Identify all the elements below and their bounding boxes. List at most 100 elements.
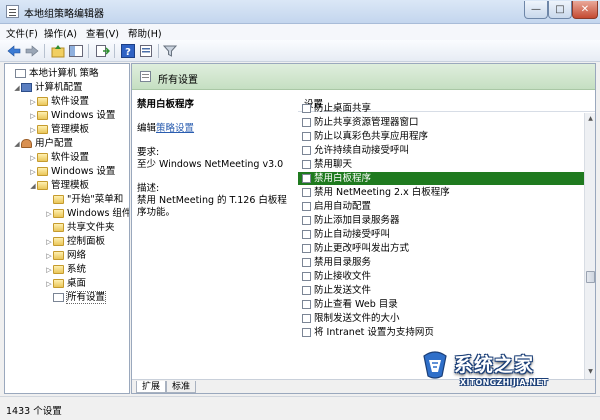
tab-standard[interactable]: 标准 bbox=[166, 381, 197, 393]
tree-pane[interactable]: 本地计算机 策略 ◢ 计算机配置 ▷ 软件设置 ▷ Windows 设置 ▷ 管理模板 … bbox=[4, 63, 130, 394]
menu-file[interactable]: 文件(F) bbox=[6, 26, 38, 40]
show-tree-icon[interactable] bbox=[68, 43, 84, 59]
tree-item-user-windows-settings[interactable]: ▷ Windows 设置 bbox=[29, 165, 115, 179]
window-title: 本地组策略编辑器 bbox=[24, 9, 104, 20]
tree-item-software-settings[interactable]: ▷ 软件设置 bbox=[29, 95, 89, 109]
setting-icon bbox=[302, 286, 311, 295]
tree-item-all-settings[interactable]: 所有设置 bbox=[45, 291, 107, 305]
list-item[interactable]: 禁用聊天 bbox=[298, 158, 584, 171]
folder-icon bbox=[37, 181, 48, 190]
svg-text:?: ? bbox=[125, 47, 131, 58]
filter-icon[interactable] bbox=[162, 43, 178, 59]
settings-list[interactable]: 防止桌面共享 防止共享资源管理器窗口 防止以真彩色共享应用程序 允许持续自动接受… bbox=[298, 103, 584, 379]
setting-icon bbox=[302, 216, 311, 225]
list-item[interactable]: 禁用 NetMeeting 2.x 白板程序 bbox=[298, 186, 584, 199]
up-folder-icon[interactable] bbox=[50, 43, 66, 59]
folder-icon bbox=[53, 195, 64, 204]
list-item[interactable]: 防止发送文件 bbox=[298, 284, 584, 297]
status-text: 1433 个设置 bbox=[6, 406, 62, 417]
folder-icon bbox=[53, 251, 64, 260]
tree-item-windows-components[interactable]: ▷ Windows 组件 bbox=[45, 207, 129, 221]
list-item[interactable]: 防止接收文件 bbox=[298, 270, 584, 283]
section-title: 所有设置 bbox=[158, 75, 198, 86]
tree-item-user-admin-templates[interactable]: ◢ 管理模板 bbox=[29, 179, 89, 193]
computer-icon bbox=[21, 83, 32, 92]
folder-icon bbox=[37, 97, 48, 106]
folder-icon bbox=[37, 167, 48, 176]
tree-item-user-software-settings[interactable]: ▷ 软件设置 bbox=[29, 151, 89, 165]
list-item[interactable]: 防止自动接受呼叫 bbox=[298, 228, 584, 241]
settings-list-icon bbox=[140, 71, 151, 82]
scroll-thumb[interactable] bbox=[586, 271, 595, 283]
folder-icon bbox=[53, 237, 64, 246]
requirements-value: 至少 Windows NetMeeting v3.0 bbox=[137, 159, 284, 170]
list-item[interactable]: 禁用目录服务 bbox=[298, 256, 584, 269]
policy-icon bbox=[15, 69, 26, 78]
vertical-scrollbar[interactable]: ▲ ▼ bbox=[584, 113, 595, 379]
setting-icon bbox=[302, 146, 311, 155]
folder-icon bbox=[53, 223, 64, 232]
setting-icon bbox=[302, 118, 311, 127]
help-icon[interactable]: ? bbox=[120, 43, 136, 59]
description-value: 禁用 NetMeeting 的 T.126 白板程序功能。 bbox=[137, 195, 287, 218]
tree-item-windows-settings[interactable]: ▷ Windows 设置 bbox=[29, 109, 115, 123]
list-item[interactable]: 允许持续自动接受呼叫 bbox=[298, 144, 584, 157]
watermark-logo-icon bbox=[420, 350, 450, 380]
tree-item-local-policy[interactable]: 本地计算机 策略 bbox=[7, 67, 99, 81]
minimize-button[interactable]: — bbox=[524, 1, 548, 19]
tree-item-control-panel[interactable]: ▷ 控制面板 bbox=[45, 235, 105, 249]
maximize-button[interactable]: □ bbox=[548, 1, 572, 19]
setting-icon bbox=[302, 230, 311, 239]
tree-item-shared-folders[interactable]: 共享文件夹 bbox=[45, 221, 115, 235]
setting-icon bbox=[302, 258, 311, 267]
list-item[interactable]: 限制发送文件的大小 bbox=[298, 312, 584, 325]
tree-item-start-menu[interactable]: "开始"菜单和 bbox=[45, 193, 123, 207]
setting-icon bbox=[302, 160, 311, 169]
tab-extended[interactable]: 扩展 bbox=[136, 381, 167, 393]
title-bar[interactable]: 本地组策略编辑器 — □ ✕ bbox=[0, 0, 600, 24]
toolbar: ? bbox=[0, 40, 600, 62]
setting-icon bbox=[302, 244, 311, 253]
edit-policy-link[interactable]: 策略设置 bbox=[156, 123, 194, 134]
list-item[interactable]: 防止共享资源管理器窗口 bbox=[298, 116, 584, 129]
scroll-up-icon[interactable]: ▲ bbox=[586, 114, 595, 124]
list-item[interactable]: 将 Intranet 设置为支持网页 bbox=[298, 326, 584, 339]
close-button[interactable]: ✕ bbox=[572, 1, 598, 19]
setting-icon bbox=[302, 174, 311, 183]
folder-icon bbox=[37, 111, 48, 120]
settings-list-icon bbox=[53, 293, 64, 302]
setting-icon bbox=[302, 132, 311, 141]
tree-item-user-config[interactable]: ◢ 用户配置 bbox=[13, 137, 73, 151]
list-item[interactable]: 防止以真彩色共享应用程序 bbox=[298, 130, 584, 143]
folder-icon bbox=[37, 153, 48, 162]
description-label: 描述: bbox=[137, 183, 160, 194]
menu-view[interactable]: 查看(V) bbox=[86, 26, 119, 40]
menu-help[interactable]: 帮助(H) bbox=[128, 26, 162, 40]
export-icon[interactable] bbox=[94, 43, 111, 59]
menu-action[interactable]: 操作(A) bbox=[44, 26, 77, 40]
folder-icon bbox=[53, 209, 64, 218]
setting-icon bbox=[302, 300, 311, 309]
list-item[interactable]: 启用自动配置 bbox=[298, 200, 584, 213]
list-item[interactable]: 防止桌面共享 bbox=[298, 102, 584, 115]
list-item-selected[interactable]: 禁用白板程序 bbox=[298, 172, 584, 185]
properties-icon[interactable] bbox=[138, 43, 154, 59]
forward-icon[interactable] bbox=[24, 43, 40, 59]
list-item[interactable]: 防止更改呼叫发出方式 bbox=[298, 242, 584, 255]
status-bar: 1433 个设置 bbox=[0, 396, 600, 420]
tree-item-system[interactable]: ▷ 系统 bbox=[45, 263, 86, 277]
menu-bar: 文件(F) 操作(A) 查看(V) 帮助(H) bbox=[0, 24, 600, 40]
tree-item-network[interactable]: ▷ 网络 bbox=[45, 249, 86, 263]
tree-item-admin-templates[interactable]: ▷ 管理模板 bbox=[29, 123, 89, 137]
list-item[interactable]: 防止添加目录服务器 bbox=[298, 214, 584, 227]
list-item[interactable]: 防止查看 Web 目录 bbox=[298, 298, 584, 311]
back-icon[interactable] bbox=[6, 43, 22, 59]
app-icon bbox=[6, 5, 19, 18]
watermark-url: XITONGZHIJIA.NET bbox=[460, 378, 548, 387]
details-pane: 所有设置 禁用白板程序 编辑策略设置 要求: 至少 Windows NetMee… bbox=[131, 63, 596, 394]
section-header: 所有设置 bbox=[132, 64, 595, 90]
policy-title: 禁用白板程序 bbox=[137, 99, 195, 110]
tree-item-computer-config[interactable]: ◢ 计算机配置 bbox=[13, 81, 82, 95]
tree-item-desktop[interactable]: ▷ 桌面 bbox=[45, 277, 86, 291]
folder-icon bbox=[53, 265, 64, 274]
